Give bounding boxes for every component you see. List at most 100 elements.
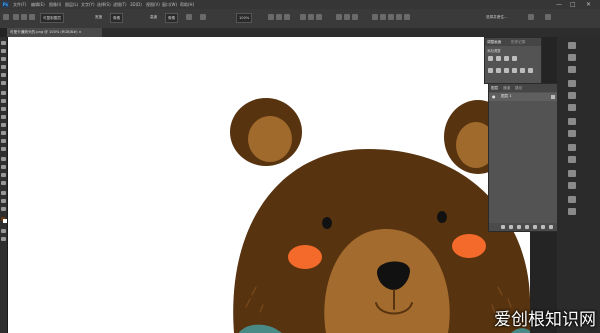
exposure-icon[interactable] (512, 56, 517, 61)
slide-3d-icon[interactable] (396, 14, 402, 20)
shape-tool-icon[interactable] (1, 181, 6, 185)
tab-history[interactable]: 历史记录 (511, 39, 525, 45)
subtract-selection-icon[interactable] (29, 14, 35, 20)
new-layer-icon[interactable] (541, 224, 545, 229)
option-height-unit[interactable]: 像素 (165, 13, 179, 23)
text-tool-icon[interactable] (1, 165, 6, 169)
option-width-unit[interactable]: 像素 (110, 13, 124, 23)
menu-view[interactable]: 视图(V) (146, 1, 160, 8)
photo-filter-icon[interactable] (512, 68, 517, 73)
option-layer-select[interactable]: 可复制图层 (40, 13, 64, 23)
gradient-tool-icon[interactable] (1, 131, 6, 135)
distribute-h-icon[interactable] (336, 14, 342, 20)
menu-help[interactable]: 帮助(H) (180, 1, 194, 8)
distribute-icon[interactable] (200, 14, 206, 20)
stamp-tool-icon[interactable] (1, 107, 6, 111)
histogram-panel-icon[interactable] (568, 182, 576, 189)
orbit-icon[interactable] (380, 14, 386, 20)
channel-mixer-icon[interactable] (520, 68, 525, 73)
menu-3d[interactable]: 3D(D) (130, 1, 142, 8)
group-icon[interactable] (533, 224, 537, 229)
tab-channels[interactable]: 通道 (503, 85, 510, 91)
path-select-tool-icon[interactable] (1, 173, 6, 177)
adjustment-layer-icon[interactable] (525, 224, 529, 229)
align-icon[interactable] (186, 14, 192, 20)
eyedropper-tool-icon[interactable] (1, 81, 6, 85)
screen-mode-icon[interactable] (1, 237, 6, 241)
actions-panel-icon[interactable] (568, 170, 576, 177)
healing-tool-icon[interactable] (1, 91, 6, 95)
info-panel-icon[interactable] (568, 118, 576, 125)
distribute-v-icon[interactable] (344, 14, 350, 20)
swatches-panel-icon[interactable] (568, 54, 576, 61)
brush-panel-icon[interactable] (568, 80, 576, 87)
menu-edit[interactable]: 编辑(E) (31, 1, 45, 8)
align-right-icon[interactable] (284, 14, 290, 20)
trash-icon[interactable] (549, 224, 553, 229)
eraser-tool-icon[interactable] (1, 123, 6, 127)
quick-select-tool-icon[interactable] (1, 65, 6, 69)
mode-3d-icon[interactable] (372, 14, 378, 20)
dodge-tool-icon[interactable] (1, 147, 6, 151)
menu-layer[interactable]: 图层(L) (65, 1, 78, 8)
minimize-button[interactable]: — (556, 0, 562, 9)
paragraph-panel-icon[interactable] (568, 104, 576, 111)
align-middle-icon[interactable] (308, 14, 314, 20)
align-bottom-icon[interactable] (316, 14, 322, 20)
marquee-tool-icon[interactable] (1, 49, 6, 53)
move-tool-icon[interactable] (1, 41, 6, 45)
menu-image[interactable]: 图像(I) (49, 1, 61, 8)
history-brush-tool-icon[interactable] (1, 115, 6, 119)
timeline-panel-icon[interactable] (568, 196, 576, 203)
fx-icon[interactable] (509, 224, 513, 229)
maximize-button[interactable]: □ (570, 0, 576, 9)
menu-window[interactable]: 窗口(W) (162, 1, 177, 8)
search-icon[interactable] (528, 14, 534, 20)
lasso-tool-icon[interactable] (1, 57, 6, 61)
tool-preset-icon[interactable] (3, 14, 9, 20)
color-balance-icon[interactable] (496, 68, 501, 73)
more-tools-icon[interactable] (1, 207, 6, 211)
tab-layers[interactable]: 图层 (491, 85, 498, 91)
quick-mask-icon[interactable] (1, 229, 6, 233)
pen-tool-icon[interactable] (1, 157, 6, 161)
zoom-tool-icon[interactable] (1, 199, 6, 203)
align-center-icon[interactable] (276, 14, 282, 20)
notes-panel-icon[interactable] (568, 208, 576, 215)
align-left-icon[interactable] (268, 14, 274, 20)
blur-tool-icon[interactable] (1, 139, 6, 143)
document-tab[interactable]: 可爱卡通熊头的.png @ 100% (RGB/8#) × (7, 28, 102, 37)
mask-icon[interactable] (517, 224, 521, 229)
align-top-icon[interactable] (300, 14, 306, 20)
tab-paths[interactable]: 路径 (515, 85, 522, 91)
color-panel-icon[interactable] (568, 42, 576, 49)
add-selection-icon[interactable] (21, 14, 27, 20)
link-icon[interactable] (501, 224, 505, 229)
curves-icon[interactable] (504, 56, 509, 61)
close-button[interactable]: ✕ (586, 0, 591, 9)
character-panel-icon[interactable] (568, 92, 576, 99)
black-white-icon[interactable] (504, 68, 509, 73)
scale-3d-icon[interactable] (404, 14, 410, 20)
lookup-icon[interactable] (528, 68, 533, 73)
hand-tool-icon[interactable] (1, 191, 6, 195)
navigator-panel-icon[interactable] (568, 130, 576, 137)
new-selection-icon[interactable] (13, 14, 19, 20)
libraries-panel-icon[interactable] (568, 144, 576, 151)
brightness-icon[interactable] (488, 56, 493, 61)
option-opacity[interactable]: 100% (236, 13, 253, 23)
menu-type[interactable]: 文字(Y) (81, 1, 95, 8)
select-and-mask-button[interactable]: 选择并遮住... (486, 13, 507, 21)
levels-icon[interactable] (496, 56, 501, 61)
pan-3d-icon[interactable] (388, 14, 394, 20)
crop-tool-icon[interactable] (1, 73, 6, 77)
distribute-space-icon[interactable] (352, 14, 358, 20)
workspace-icon[interactable] (545, 14, 551, 20)
menu-filter[interactable]: 滤镜(T) (113, 1, 127, 8)
menu-file[interactable]: 文件(F) (13, 1, 26, 8)
brush-tool-icon[interactable] (1, 99, 6, 103)
tab-adjustments[interactable]: 调整画面 (487, 39, 501, 45)
eye-icon[interactable]: ● (492, 94, 496, 99)
layer-row[interactable]: ● 图层 1 (489, 93, 558, 101)
hue-icon[interactable] (488, 68, 493, 73)
